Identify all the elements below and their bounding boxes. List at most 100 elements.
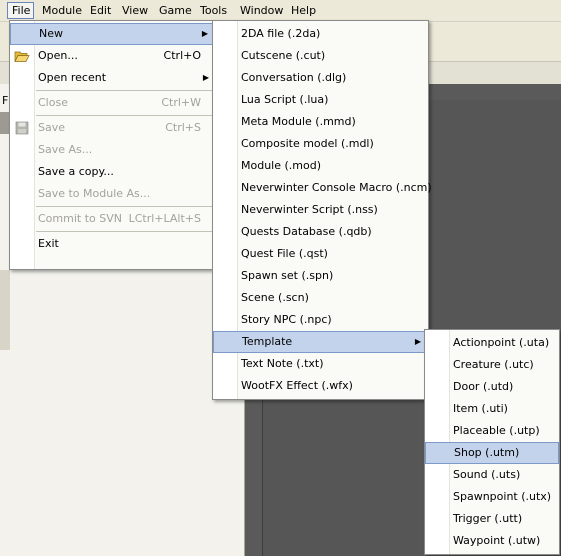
file-save-shortcut: Ctrl+S — [165, 121, 201, 134]
file-menu-save-as[interactable]: Save As... — [10, 139, 215, 161]
new-item-quest-file[interactable]: Quest File (.qst) — [213, 243, 428, 265]
new-item-label: Neverwinter Console Macro (.ncm) — [241, 181, 432, 194]
file-open-recent-label: Open recent — [38, 71, 107, 84]
file-close-label: Close — [38, 96, 68, 109]
new-item-label: Template — [242, 335, 293, 348]
new-item-2da[interactable]: 2DA file (.2da) — [213, 23, 428, 45]
new-item-lua-script[interactable]: Lua Script (.lua) — [213, 89, 428, 111]
menu-edit[interactable]: Edit — [86, 2, 115, 19]
chevron-right-icon: ▶ — [201, 29, 208, 38]
new-submenu: 2DA file (.2da) Cutscene (.cut) Conversa… — [212, 20, 432, 400]
new-item-label: Meta Module (.mmd) — [241, 115, 356, 128]
new-item-label: Neverwinter Script (.nss) — [241, 203, 378, 216]
template-submenu: Actionpoint (.uta) Creature (.utc) Door … — [424, 329, 560, 555]
new-item-label: Scene (.scn) — [241, 291, 309, 304]
new-item-cutscene[interactable]: Cutscene (.cut) — [213, 45, 428, 67]
new-item-conversation[interactable]: Conversation (.dlg) — [213, 67, 428, 89]
new-item-label: 2DA file (.2da) — [241, 27, 321, 40]
floppy-disk-icon — [14, 120, 30, 136]
new-item-wootfx-effect[interactable]: WootFX Effect (.wfx) — [213, 375, 428, 397]
menu-window[interactable]: Window — [236, 2, 287, 19]
file-menu-exit[interactable]: Exit — [10, 233, 215, 255]
new-item-label: Quest File (.qst) — [241, 247, 328, 260]
template-item-label: Shop (.utm) — [454, 446, 520, 459]
new-item-label: Quests Database (.qdb) — [241, 225, 372, 238]
new-item-label: Conversation (.dlg) — [241, 71, 347, 84]
file-menu-close[interactable]: Close Ctrl+W — [10, 92, 215, 114]
file-menu-save[interactable]: Save Ctrl+S — [10, 117, 215, 139]
menu-separator — [36, 206, 213, 207]
new-item-label: WootFX Effect (.wfx) — [241, 379, 353, 392]
left-panel-letter: F — [2, 94, 9, 107]
file-menu-save-copy[interactable]: Save a copy... — [10, 161, 215, 183]
new-item-composite-model[interactable]: Composite model (.mdl) — [213, 133, 428, 155]
file-menu: New ▶ Open... Ctrl+O Open recent ▶ Close… — [9, 20, 216, 270]
file-menu-open[interactable]: Open... Ctrl+O — [10, 45, 215, 67]
template-item-label: Placeable (.utp) — [453, 424, 540, 437]
file-commit-svn-shortcut: LCtrl+LAlt+S — [128, 212, 201, 225]
file-save-module-as-label: Save to Module As... — [38, 187, 151, 200]
new-item-label: Cutscene (.cut) — [241, 49, 326, 62]
template-item-label: Creature (.utc) — [453, 358, 534, 371]
template-item-item[interactable]: Item (.uti) — [425, 398, 559, 420]
new-item-label: Composite model (.mdl) — [241, 137, 374, 150]
file-menu-new[interactable]: New ▶ — [10, 23, 215, 45]
file-commit-svn-label: Commit to SVN — [38, 212, 122, 225]
chevron-right-icon: ▶ — [202, 73, 209, 82]
template-item-label: Spawnpoint (.utx) — [453, 490, 552, 503]
menu-tools[interactable]: Tools — [196, 2, 231, 19]
left-panel-scroll[interactable] — [0, 270, 10, 350]
menu-help[interactable]: Help — [287, 2, 320, 19]
template-item-label: Actionpoint (.uta) — [453, 336, 550, 349]
template-item-placeable[interactable]: Placeable (.utp) — [425, 420, 559, 442]
template-item-label: Sound (.uts) — [453, 468, 521, 481]
new-item-quests-database[interactable]: Quests Database (.qdb) — [213, 221, 428, 243]
file-open-label: Open... — [38, 49, 78, 62]
menubar: File Module Edit View Game Tools Window … — [0, 0, 561, 22]
file-menu-commit-svn[interactable]: Commit to SVN LCtrl+LAlt+S — [10, 208, 215, 230]
new-item-story-npc[interactable]: Story NPC (.npc) — [213, 309, 428, 331]
menu-module[interactable]: Module — [38, 2, 86, 19]
template-item-spawnpoint[interactable]: Spawnpoint (.utx) — [425, 486, 559, 508]
folder-open-icon — [14, 48, 30, 64]
chevron-right-icon: ▶ — [414, 337, 421, 346]
new-item-scene[interactable]: Scene (.scn) — [213, 287, 428, 309]
template-item-door[interactable]: Door (.utd) — [425, 376, 559, 398]
file-new-label: New — [39, 27, 63, 40]
template-item-creature[interactable]: Creature (.utc) — [425, 354, 559, 376]
template-item-trigger[interactable]: Trigger (.utt) — [425, 508, 559, 530]
template-item-label: Item (.uti) — [453, 402, 508, 415]
menu-file[interactable]: File — [7, 2, 34, 19]
file-open-shortcut: Ctrl+O — [163, 49, 201, 62]
template-item-waypoint[interactable]: Waypoint (.utw) — [425, 530, 559, 552]
template-item-sound[interactable]: Sound (.uts) — [425, 464, 559, 486]
new-item-module[interactable]: Module (.mod) — [213, 155, 428, 177]
new-item-console-macro[interactable]: Neverwinter Console Macro (.ncm) — [213, 177, 432, 199]
file-exit-label: Exit — [38, 237, 59, 250]
file-close-shortcut: Ctrl+W — [161, 96, 201, 109]
new-item-script[interactable]: Neverwinter Script (.nss) — [213, 199, 428, 221]
menu-separator — [36, 90, 213, 91]
template-item-shop[interactable]: Shop (.utm) — [425, 442, 559, 464]
new-item-label: Module (.mod) — [241, 159, 322, 172]
template-item-label: Trigger (.utt) — [453, 512, 523, 525]
file-save-copy-label: Save a copy... — [38, 165, 114, 178]
new-item-label: Lua Script (.lua) — [241, 93, 329, 106]
file-save-as-label: Save As... — [38, 143, 93, 156]
new-item-label: Text Note (.txt) — [241, 357, 324, 370]
new-item-meta-module[interactable]: Meta Module (.mmd) — [213, 111, 428, 133]
template-item-actionpoint[interactable]: Actionpoint (.uta) — [425, 332, 559, 354]
menu-game[interactable]: Game — [155, 2, 196, 19]
new-item-template[interactable]: Template ▶ — [213, 331, 428, 353]
file-menu-open-recent[interactable]: Open recent ▶ — [10, 67, 215, 89]
menu-separator — [36, 115, 213, 116]
new-item-label: Story NPC (.npc) — [241, 313, 332, 326]
new-item-text-note[interactable]: Text Note (.txt) — [213, 353, 428, 375]
new-item-label: Spawn set (.spn) — [241, 269, 334, 282]
template-item-label: Door (.utd) — [453, 380, 514, 393]
menu-view[interactable]: View — [118, 2, 152, 19]
menu-separator — [36, 231, 213, 232]
template-item-label: Waypoint (.utw) — [453, 534, 541, 547]
file-menu-save-module-as[interactable]: Save to Module As... — [10, 183, 215, 205]
new-item-spawn-set[interactable]: Spawn set (.spn) — [213, 265, 428, 287]
